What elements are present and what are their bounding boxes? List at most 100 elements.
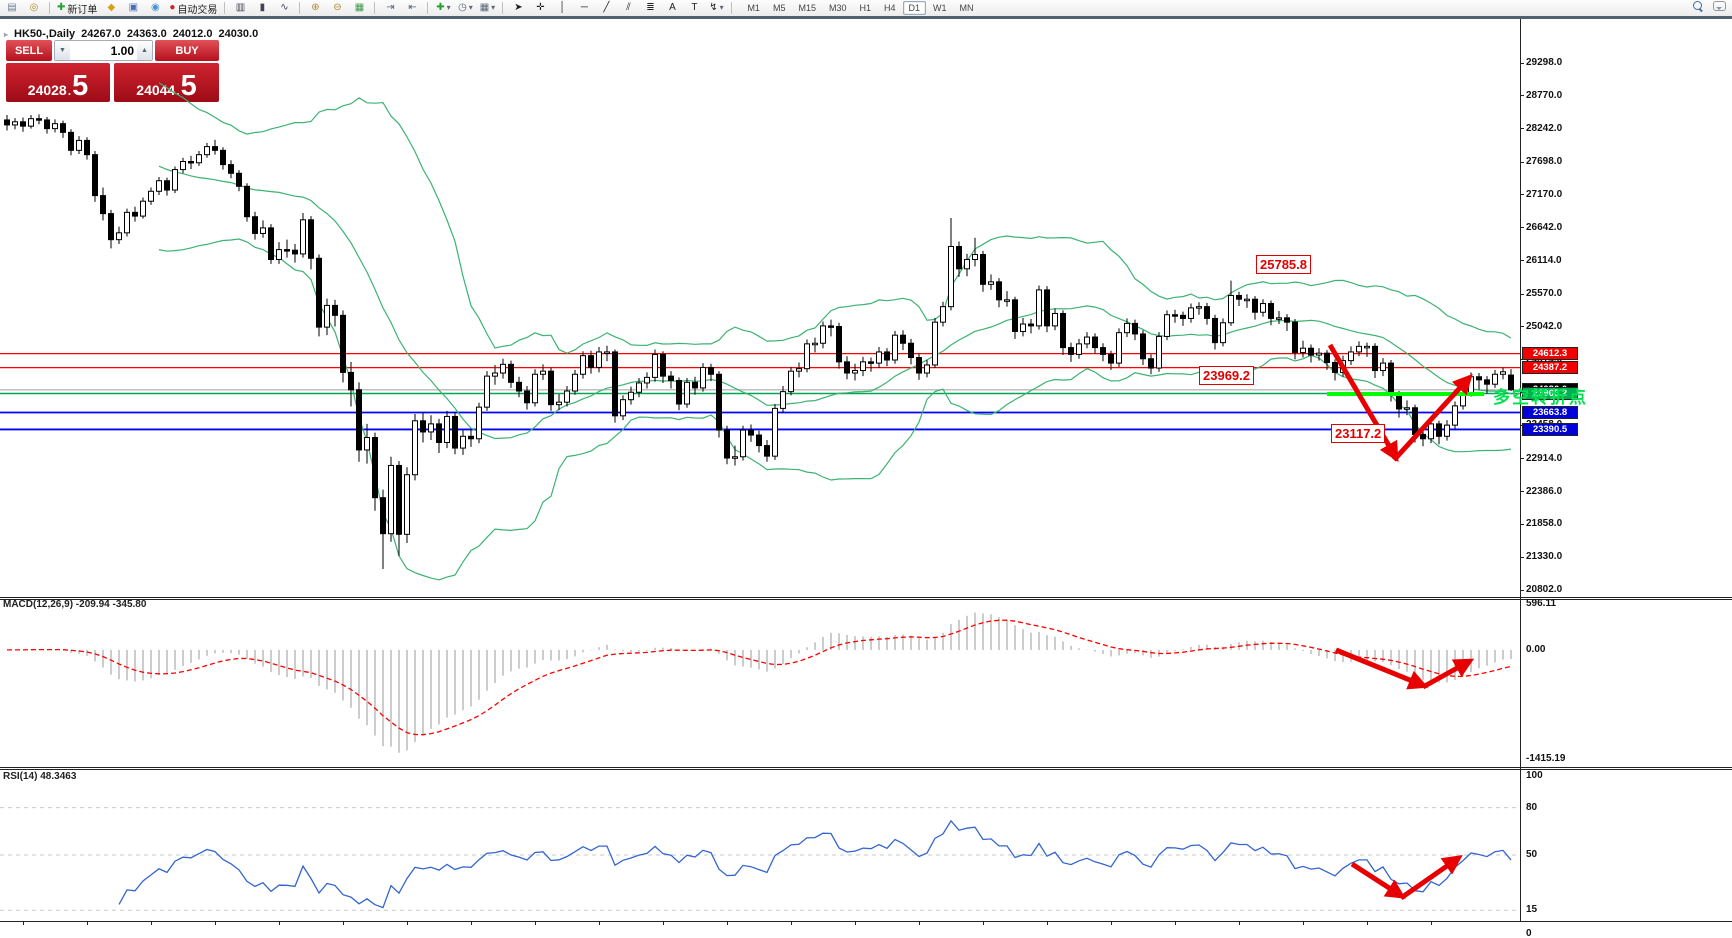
rsi-pane-canvas[interactable] [0,19,1520,938]
auto-scroll-icon[interactable]: ⇥ [380,1,400,15]
zoom-in-icon-glyph: ⊕ [311,3,319,13]
price-axis-tick: 28242.0 [1526,123,1562,134]
toolbar-separator [502,2,503,14]
timeframe-w1[interactable]: W1 [927,1,953,15]
fibonacci-icon[interactable]: ≣ [640,1,660,15]
date-tick-mark [1111,922,1112,925]
date-tick-mark [919,922,920,925]
trendline-icon[interactable]: ╱ [596,1,616,15]
text-label-icon[interactable]: T [684,1,704,15]
text-icon-glyph: A [669,3,676,13]
price-axis-tick: 25570.0 [1526,288,1562,299]
toolbar-separator [731,2,732,14]
timeframe-h1[interactable]: H1 [854,1,878,15]
timeframe-d1[interactable]: D1 [903,1,927,15]
text-label-icon-glyph: T [691,3,697,13]
line-chart-icon-glyph: ∿ [280,3,288,13]
price-axis-tick: 28770.0 [1526,90,1562,101]
templates-icon-glyph: ▦ [480,3,489,13]
price-axis-tick: 27698.0 [1526,156,1562,167]
new-order-button[interactable]: ✚新订单 [55,1,99,15]
date-tick-mark [1367,922,1368,925]
text-icon[interactable]: A [662,1,682,15]
axis-tick-mark [1520,590,1524,591]
bar-chart-icon-glyph: ▥ [236,3,245,13]
price-axis-tick: 25042.0 [1526,321,1562,332]
chat-icon[interactable] [1713,1,1726,11]
cursor-icon[interactable]: ➤ [508,1,528,15]
macd-scale-label: 0.00 [1526,644,1545,655]
axis-tick-mark [1520,458,1524,459]
chart-window-icon[interactable]: ▤ [2,1,22,15]
line-chart-icon[interactable]: ∿ [274,1,294,15]
auto-scroll-icon-glyph: ⇥ [386,3,394,13]
fibonacci-icon-glyph: ≣ [646,3,654,13]
timeframe-m30[interactable]: M30 [823,1,853,15]
data-preview-icon-glyph: ◎ [30,3,39,13]
date-tick-mark [1047,922,1048,925]
equidistant-channel-icon-glyph: ⫽ [626,3,630,13]
date-tick-mark [1239,922,1240,925]
tile-windows-icon[interactable]: ▦ [349,1,369,15]
bar-chart-icon[interactable]: ▥ [230,1,250,15]
templates-icon[interactable]: ▦▾ [477,1,497,15]
zoom-out-icon[interactable]: ⊖ [327,1,347,15]
rsi-pane-splitter[interactable] [0,767,1732,770]
metaeditor-icon-glyph: ◆ [108,3,116,13]
periods-icon-glyph: ◷ [458,3,467,13]
axis-tick-mark [1520,524,1524,525]
date-tick-mark [983,922,984,925]
price-axis-tick: 21330.0 [1526,551,1562,562]
toolbar-right-icons [1693,1,1726,11]
arrows-icon-glyph: ↯ [709,3,717,13]
strategy-tester-icon[interactable]: ▣ [123,1,143,15]
equidistant-channel-icon[interactable]: ⫽ [618,1,638,15]
timeframe-m15[interactable]: M15 [792,1,822,15]
dropdown-arrow-icon: ▾ [469,3,473,13]
periods-icon[interactable]: ◷▾ [455,1,475,15]
date-tick-mark [407,922,408,925]
data-preview-icon[interactable]: ◎ [24,1,44,15]
macd-pane-splitter[interactable] [0,597,1732,600]
metaeditor-icon[interactable]: ◆ [101,1,121,15]
price-axis-tick: 22914.0 [1526,453,1562,464]
signals-icon-glyph: ◉ [151,3,160,13]
support-price-label[interactable]: 23969.2 [1199,366,1254,385]
signals-icon[interactable]: ◉ [145,1,165,15]
chart-shift-icon[interactable]: ⇤ [402,1,422,15]
search-icon[interactable] [1693,1,1703,11]
swing-low-label[interactable]: 23117.2 [1331,424,1385,443]
arrows-icon[interactable]: ↯▾ [706,1,726,15]
vertical-line-icon[interactable]: │ [552,1,572,15]
autotrading-button-glyph: ● [169,3,175,13]
toolbar-separator [374,2,375,14]
crosshair-icon[interactable]: ✛ [530,1,550,15]
axis-tick-mark [1520,260,1524,261]
autotrading-button[interactable]: ●自动交易 [167,1,219,15]
add-indicator-icon[interactable]: ✚▾ [433,1,453,15]
down-arrow-rsi[interactable] [1352,864,1400,895]
vertical-line-icon-glyph: │ [559,3,565,13]
swing-high-label[interactable]: 25785.8 [1256,255,1311,274]
candlestick-chart-icon[interactable]: ▮ [252,1,272,15]
timeframe-m5[interactable]: M5 [767,1,792,15]
timeframe-h4[interactable]: H4 [878,1,902,15]
timeframe-bar: M1M5M15M30H1H4D1W1MN [741,1,979,15]
rsi-scale-label: 80 [1526,802,1537,813]
axis-tick-mark [1520,227,1524,228]
date-tick-mark [87,922,88,925]
autotrading-button-caption: 自动交易 [177,1,217,16]
chart-window: ▸ HK50-,Daily 24267.0 24363.0 24012.0 24… [0,19,1732,938]
date-tick-mark [727,922,728,925]
timeframe-mn[interactable]: MN [954,1,980,15]
annotation-note-text[interactable]: 多空转折点 [1493,383,1588,408]
up-arrow-rsi[interactable] [1401,859,1457,898]
horizontal-line-icon[interactable]: ─ [574,1,594,15]
date-tick-mark [791,922,792,925]
zoom-in-icon[interactable]: ⊕ [305,1,325,15]
cursor-icon-glyph: ➤ [514,3,522,13]
tile-windows-icon-glyph: ▦ [355,3,364,13]
date-axis-border [0,921,1732,923]
timeframe-m1[interactable]: M1 [741,1,766,15]
date-tick-mark [279,922,280,925]
